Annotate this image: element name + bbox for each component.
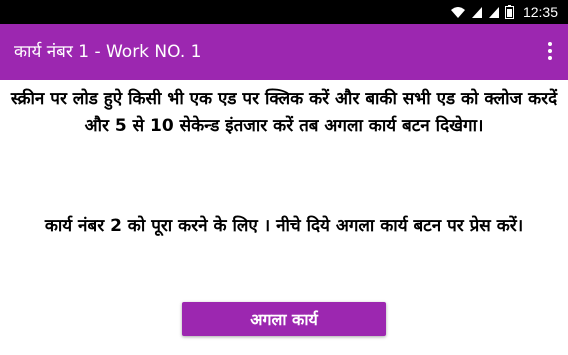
app-title: कार्य नंबर 1 - Work NO. 1: [14, 42, 202, 62]
instruction-text: स्क्रीन पर लोड हुऐ किसी भी एक एड पर क्लि…: [10, 89, 558, 136]
status-time: 12:35: [522, 4, 558, 20]
more-vert-icon[interactable]: [544, 42, 556, 62]
wifi-icon: [450, 6, 466, 19]
signal-icon: [488, 6, 500, 19]
signal-icon: [471, 6, 483, 19]
task-note-text: कार्य नंबर 2 को पूरा करने के लिए । नीचे …: [44, 216, 524, 236]
status-bar: 12:35: [0, 0, 568, 24]
app-bar: कार्य नंबर 1 - Work NO. 1: [0, 24, 568, 80]
next-task-button[interactable]: अगला कार्य: [182, 302, 386, 336]
status-icons: 12:35: [450, 0, 558, 24]
battery-icon: [504, 5, 514, 19]
